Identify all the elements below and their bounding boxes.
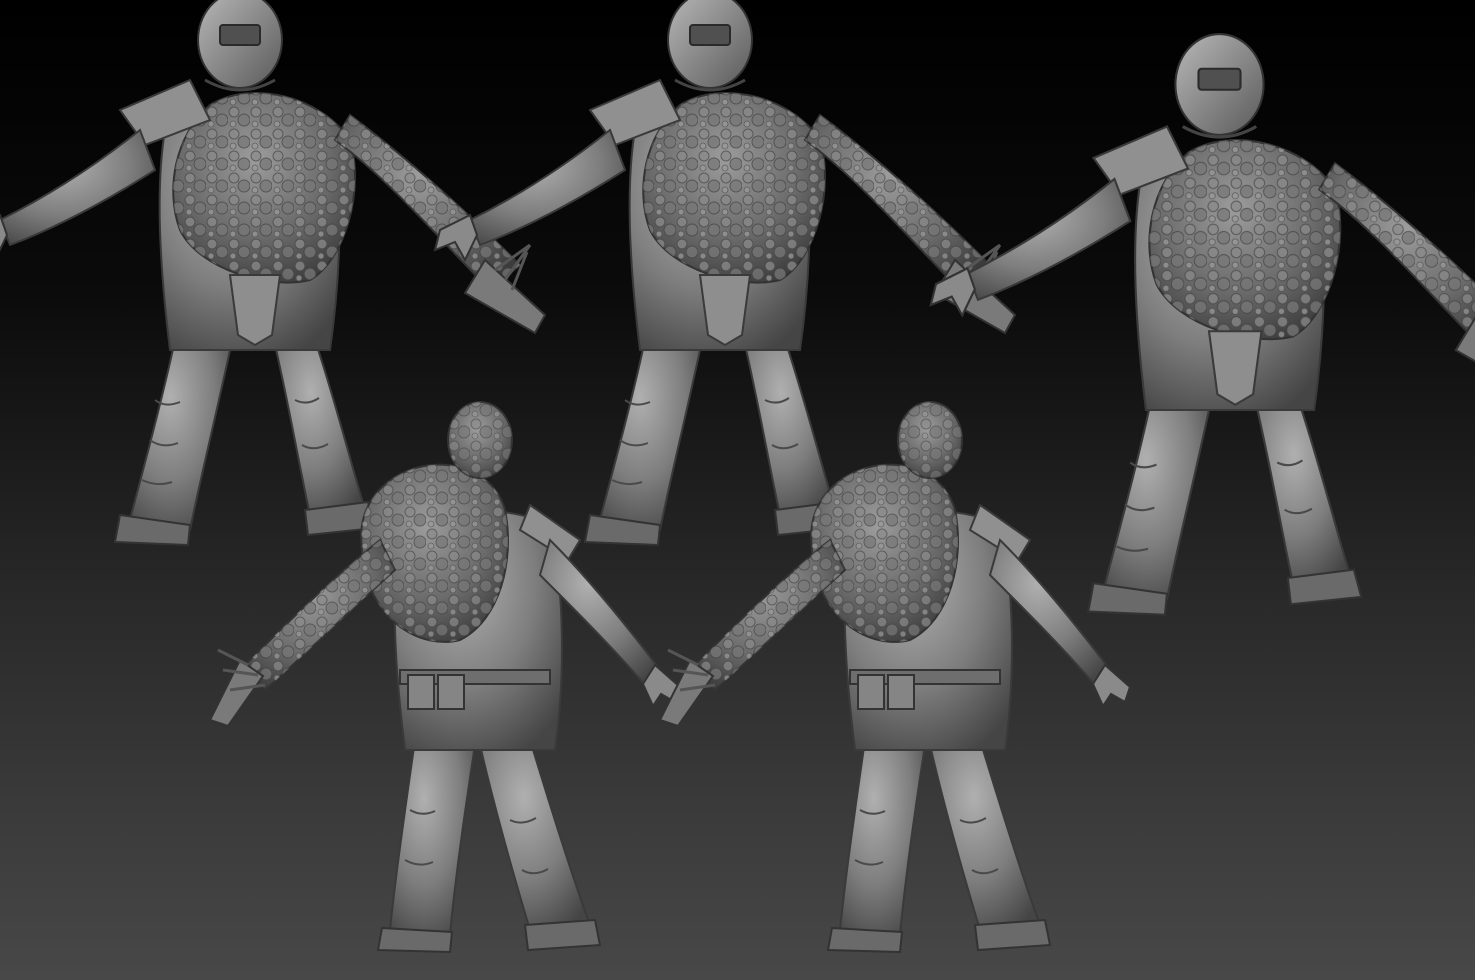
sculpt-renders (0, 0, 1475, 954)
sculpt-view-back-right (658, 400, 1132, 954)
sculpt-viewport (0, 0, 1475, 980)
